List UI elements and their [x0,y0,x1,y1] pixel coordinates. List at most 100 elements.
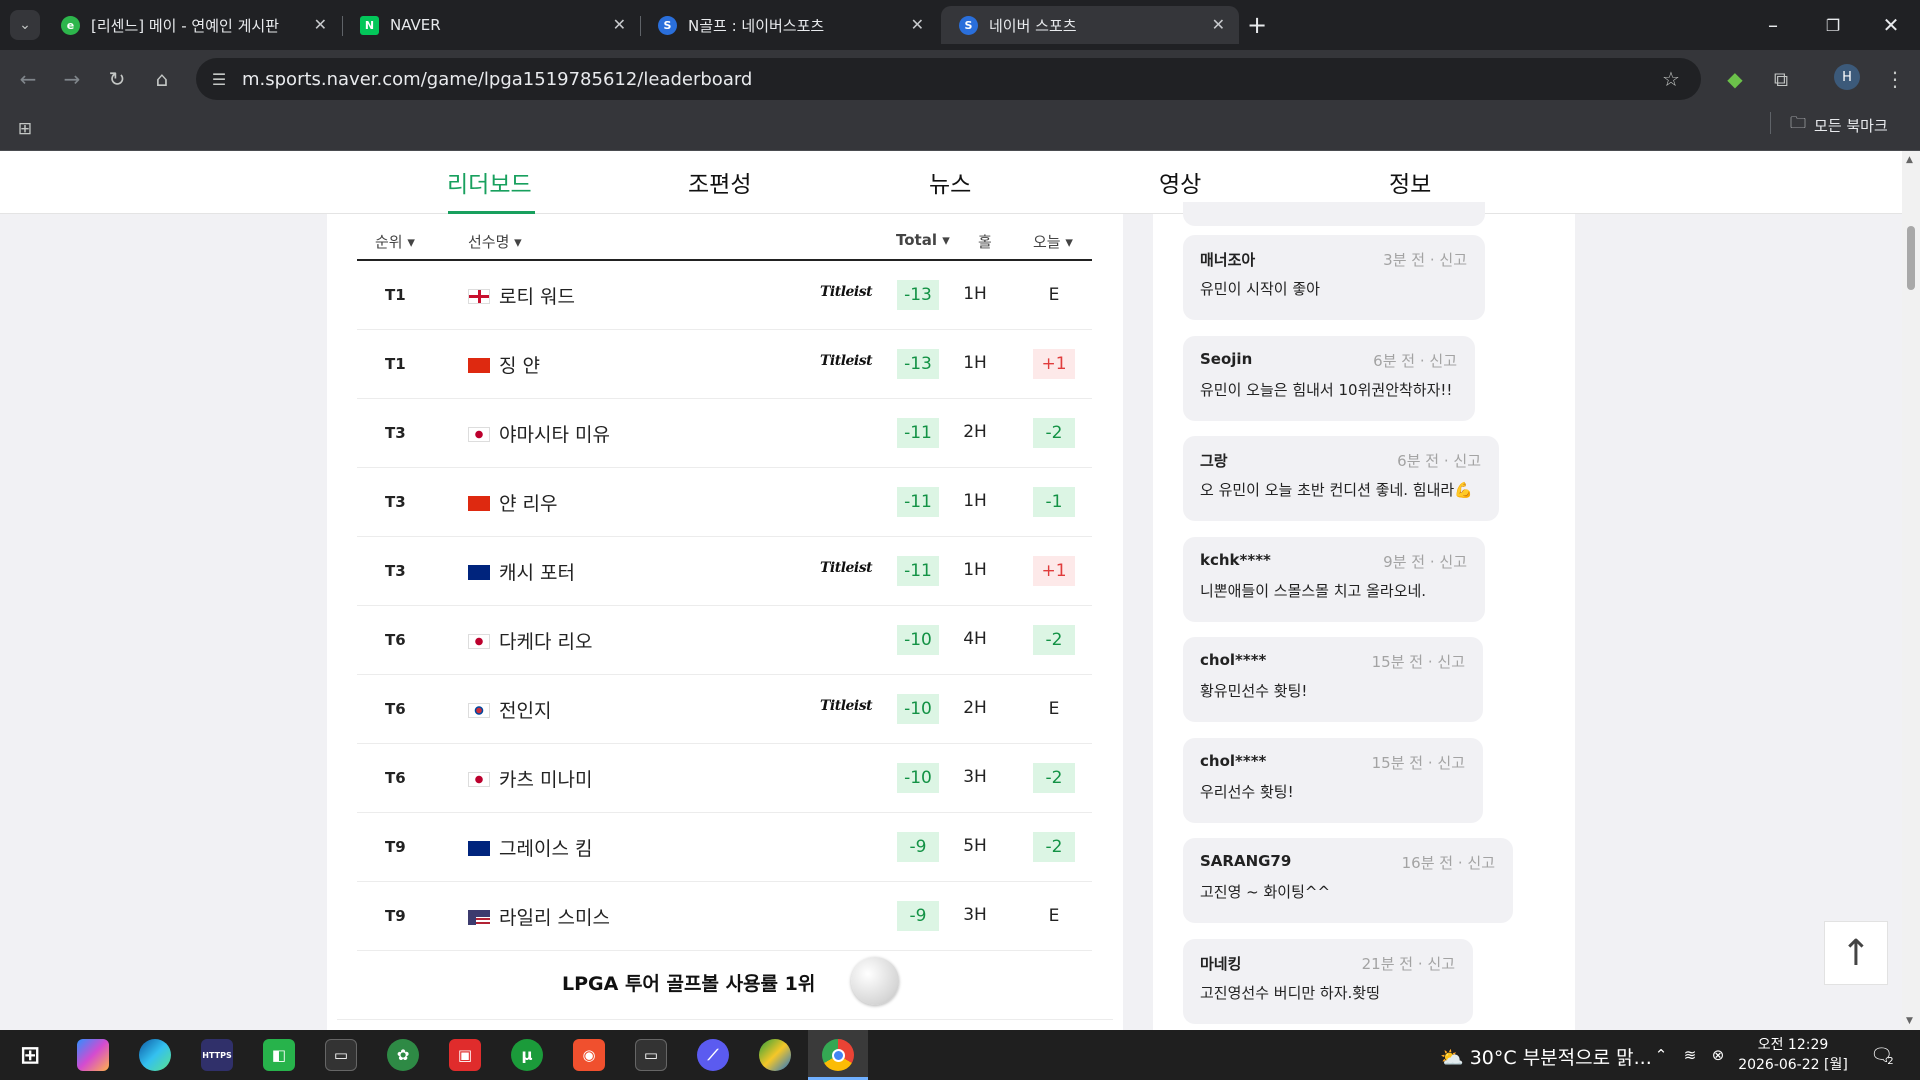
blue-app-icon[interactable]: ⟋ [697,1039,729,1071]
tab-favicon: N [360,15,379,35]
scroll-down-arrow-icon[interactable]: ▼ [1906,1016,1913,1026]
player-name[interactable]: 다케다 리오 [499,627,592,654]
close-tab-icon[interactable]: ✕ [314,15,327,34]
player-name[interactable]: 카츠 미나미 [499,765,592,792]
player-name[interactable]: 얀 리우 [499,489,557,516]
comment-author[interactable]: chol**** [1200,651,1266,669]
player-name[interactable]: 야마시타 미유 [499,420,610,447]
copilot-icon[interactable] [77,1039,109,1071]
leaderboard-row[interactable]: T3 얀 리우 -11 1H -1 [357,469,1092,537]
notification-icon[interactable]: 🗨 2 [1866,1039,1898,1071]
tab-info[interactable]: 정보 [1389,165,1431,199]
scrollbar-thumb[interactable] [1907,226,1915,290]
today-sort-header[interactable]: 오늘 ▾ [1033,231,1073,252]
reload-icon[interactable]: ↻ [102,64,132,94]
weather-widget[interactable]: ⛅ 30°C 부분적으로 맑... [1440,1043,1652,1070]
total-score: -11 [897,556,939,586]
edge-icon[interactable] [139,1039,171,1071]
start-windows-icon[interactable]: ⊞ [14,1039,46,1071]
comment-author[interactable]: 마네킹 [1200,953,1241,974]
all-bookmarks-button[interactable]: 🗀 모든 북마크 [1790,112,1888,139]
tab-leaderboard[interactable]: 리더보드 [447,165,532,199]
camera-app-icon[interactable]: ◉ [573,1039,605,1071]
extension-icon[interactable]: ◆ [1720,64,1750,94]
leaderboard-row[interactable]: T6 카츠 미나미 -10 3H -2 [357,745,1092,813]
chrome-icon[interactable] [822,1039,854,1071]
report-link[interactable]: 신고 [1439,553,1467,571]
browser-tab-2[interactable]: N NAVER ✕ [342,6,640,44]
comment-author[interactable]: kchk**** [1200,551,1271,569]
leaderboard-row[interactable]: T3 캐시 포터 Titleist -11 1H +1 [357,538,1092,606]
apps-grid-icon[interactable]: ⊞ [10,114,40,144]
comment-item: chol**** 15분 전 · 신고 황유민선수 홧팅! [1183,637,1483,722]
new-tab-icon[interactable]: + [1242,10,1272,40]
scroll-up-arrow-icon[interactable]: ▲ [1906,155,1913,165]
player-name[interactable]: 캐시 포터 [499,558,575,585]
report-link[interactable]: 신고 [1427,955,1455,973]
player-name[interactable]: 징 얀 [499,351,540,378]
minimize-icon[interactable]: – [1758,10,1788,40]
https-app-icon[interactable]: HTTPS [201,1039,233,1071]
comment-author[interactable]: 매너조아 [1200,249,1255,270]
site-info-icon[interactable]: ☰ [204,64,234,94]
leaderboard-row[interactable]: T3 야마시타 미유 -11 2H -2 [357,400,1092,468]
address-bar[interactable]: ☰ m.sports.naver.com/game/lpga1519785612… [196,58,1701,100]
close-tab-icon[interactable]: ✕ [911,15,924,34]
tab-search-icon[interactable]: ⌄ [10,10,40,40]
forward-icon[interactable]: → [57,64,87,94]
comment-author[interactable]: SARANG79 [1200,852,1291,870]
close-tab-icon[interactable]: ✕ [613,15,626,34]
leaderboard-row[interactable]: T6 다케다 리오 -10 4H -2 [357,607,1092,675]
red-app-icon[interactable]: ▣ [449,1039,481,1071]
name-sort-header[interactable]: 선수명 ▾ [468,231,522,252]
player-name[interactable]: 라일리 스미스 [499,903,610,930]
green-app-icon[interactable]: ◧ [263,1039,295,1071]
report-link[interactable]: 신고 [1429,352,1457,370]
leaderboard-row[interactable]: T9 라일리 스미스 -9 3H E [357,883,1092,951]
report-link[interactable]: 신고 [1467,854,1495,872]
player-name[interactable]: 전인지 [499,696,551,723]
globe-app-icon[interactable] [759,1039,791,1071]
close-tab-icon[interactable]: ✕ [1212,15,1225,34]
comment-author[interactable]: chol**** [1200,752,1266,770]
menu-kebab-icon[interactable]: ⋮ [1880,64,1910,94]
report-link[interactable]: 신고 [1453,452,1481,470]
comment-author[interactable]: Seojin [1200,350,1252,368]
report-link[interactable]: 신고 [1437,653,1465,671]
utorrent-icon[interactable]: µ [511,1039,543,1071]
tab-news[interactable]: 뉴스 [929,165,971,199]
total-score: -9 [897,832,939,862]
rank-sort-header[interactable]: 순위 ▾ [375,231,415,252]
player-name[interactable]: 로티 워드 [499,282,575,309]
browser-tab-4-active[interactable]: S 네이버 스포츠 ✕ [941,6,1239,44]
page-scrollbar[interactable]: ▲ ▼ [1902,151,1920,1030]
leaderboard-row[interactable]: T6 전인지 Titleist -10 2H E [357,676,1092,744]
browser-tab-3[interactable]: S N골프 : 네이버스포츠 ✕ [640,6,938,44]
tab-pairings[interactable]: 조편성 [688,165,751,199]
total-sort-header[interactable]: Total ▾ [896,231,950,249]
bookmark-star-icon[interactable]: ☆ [1656,64,1686,94]
comment-author[interactable]: 그랑 [1200,450,1228,471]
volume-muted-icon[interactable]: ⊗ [1702,1039,1734,1071]
golfball-ad-banner[interactable]: LPGA 투어 골프볼 사용률 1위 [337,944,1113,1020]
home-icon[interactable]: ⌂ [147,64,177,94]
extensions-puzzle-icon[interactable]: ⧉ [1766,64,1796,94]
system-clock[interactable]: 오전 12:29 2026-06-22 [월] [1733,1035,1853,1075]
leaderboard-row[interactable]: T9 그레이스 킴 -9 5H -2 [357,814,1092,882]
report-link[interactable]: 신고 [1439,251,1467,269]
profile-avatar[interactable]: H [1834,64,1860,90]
restore-icon[interactable]: ❐ [1818,10,1848,40]
report-link[interactable]: 신고 [1437,754,1465,772]
player-name[interactable]: 그레이스 킴 [499,834,592,861]
browser-tab-1[interactable]: e [리센느] 메이 - 연예인 게시판 ✕ [43,6,341,44]
leaderboard-row[interactable]: T1 징 얀 Titleist -13 1H +1 [357,331,1092,399]
tab-video[interactable]: 영상 [1159,165,1201,199]
terminal-2-icon[interactable]: ▭ [635,1039,667,1071]
scroll-to-top-button[interactable]: ↑ [1824,921,1888,985]
close-window-icon[interactable]: ✕ [1876,10,1906,40]
tray-chevron-up-icon[interactable]: ⌃ [1645,1039,1677,1071]
emblem-app-icon[interactable]: ✿ [387,1039,419,1071]
leaderboard-row[interactable]: T1 로티 워드 Titleist -13 1H E [357,262,1092,330]
back-icon[interactable]: ← [13,64,43,94]
terminal-icon[interactable]: ▭ [325,1039,357,1071]
